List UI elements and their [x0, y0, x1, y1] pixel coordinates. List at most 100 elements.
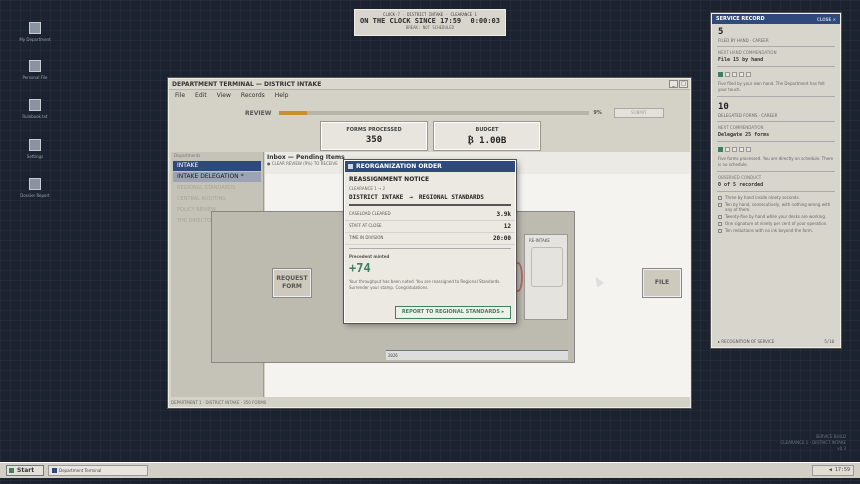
desktop-icon-rulebook[interactable]: Rulebook.txt — [14, 99, 56, 119]
clock-elapsed: 0:00:03 — [470, 17, 500, 25]
desktop-icon-dossier-report[interactable]: Dossier Report — [14, 178, 56, 198]
recognition-value: 5/10 — [824, 339, 834, 344]
stat-budget: BUDGET ₿ 1.00B — [434, 122, 540, 150]
progress-box — [739, 72, 744, 77]
route-from: DISTRICT INTAKE — [349, 194, 404, 201]
desktop-icon-my-department[interactable]: My Department — [14, 22, 56, 42]
dialog-title: REORGANIZATION ORDER — [356, 163, 442, 170]
sidebar-item-regional-standards: REGIONAL STANDARDS — [177, 185, 236, 191]
next-hand-label: NEXT HAND COMMENDATION — [718, 50, 777, 55]
window-title: DEPARTMENT TERMINAL — DISTRICT INTAKE — [172, 80, 322, 88]
service-record-panel: SERVICE RECORD CLOSE × 5 FILED BY HAND ·… — [711, 13, 841, 348]
hand-commendation-text: Five filed by your own hand. The Departm… — [718, 81, 825, 92]
checkbox-icon — [718, 222, 722, 226]
report-to-regional-standards-button[interactable]: REPORT TO REGIONAL STANDARDS ▸ — [395, 306, 511, 319]
watermark-line: v0.3 — [837, 446, 846, 451]
request-form-button[interactable]: REQUEST FORM — [273, 269, 311, 297]
route-arrow-icon: → — [409, 194, 413, 201]
divider — [717, 191, 835, 192]
computer-icon — [29, 22, 41, 34]
maximize-button[interactable]: □ — [679, 80, 688, 88]
desktop-icon-settings[interactable]: Settings — [14, 139, 56, 159]
service-record-close-button[interactable]: CLOSE × — [817, 17, 836, 22]
progress-box — [739, 147, 744, 152]
reassignment-notice: REASSIGNMENT NOTICE — [349, 176, 430, 183]
taskbar-item-department-terminal[interactable]: Department Terminal — [48, 465, 148, 476]
tray-time: 17:59 — [834, 467, 850, 473]
recognition-label: ▸ RECOGNITION OF SERVICE — [718, 339, 775, 344]
menu-help[interactable]: Help — [275, 92, 289, 99]
checkbox-icon — [718, 215, 722, 219]
delegation-progress-boxes — [712, 144, 840, 155]
review-progress-fill — [279, 111, 308, 115]
review-submit-button[interactable]: SUBMIT — [613, 108, 664, 118]
route-divider — [349, 204, 511, 206]
menu-view[interactable]: View — [217, 92, 231, 99]
document-bar: 2026 — [386, 350, 568, 360]
system-tray-clock: ◀ 17:59 — [812, 465, 854, 476]
precedent-label: Precedent minted — [349, 254, 390, 259]
folder-icon — [29, 60, 41, 72]
filed-label: FILED BY HAND · CAREER — [718, 38, 769, 43]
window-titlebar[interactable]: DEPARTMENT TERMINAL — DISTRICT INTAKE _ … — [169, 79, 690, 90]
next-commendation-label: NEXT COMMENDATION — [718, 125, 764, 130]
document-icon — [29, 99, 41, 111]
delegated-label: DELEGATED FORMS · CAREER — [718, 113, 778, 118]
recognition-footer[interactable]: ▸ RECOGNITION OF SERVICE 5/10 — [718, 339, 834, 344]
progress-box — [746, 72, 751, 77]
review-progress-bar — [279, 111, 590, 115]
divider — [717, 46, 835, 47]
shift-clock: CLOCK-7 · DISTRICT INTAKE · CLEARANCE 1 … — [354, 9, 506, 36]
route-line: DISTRICT INTAKE → REGIONAL STANDARDS — [345, 191, 515, 201]
progress-box — [718, 72, 723, 77]
progress-box — [746, 147, 751, 152]
file-button[interactable]: FILE — [643, 269, 681, 297]
clearance-change: CLEARANCE 1 → 2 — [349, 186, 386, 191]
sidebar-item-central-auditing: CENTRAL AUDITING — [177, 196, 227, 202]
progress-box — [725, 72, 730, 77]
window-controls: _ □ — [669, 80, 690, 88]
hand-progress-boxes — [712, 69, 840, 80]
document-tag: RE-INTAKE — [529, 238, 550, 243]
dialog-message: Your throughput has been noted. You are … — [349, 279, 501, 290]
filed-count: 5 — [718, 27, 724, 37]
conduct-item: Ten redactions with no ink beyond the fo… — [712, 227, 840, 234]
gear-icon — [29, 139, 41, 151]
review-percent: 9% — [593, 110, 602, 116]
conduct-label: OBSERVED CONDUCT — [718, 175, 762, 180]
delegated-count: 10 — [718, 102, 729, 112]
sidebar-item-intake[interactable]: INTAKE — [173, 161, 261, 171]
progress-box — [732, 147, 737, 152]
taskbar: Start Department Terminal ◀ 17:59 — [0, 462, 860, 478]
row-staff: STAFF AT CLOSE 12 — [345, 221, 515, 233]
precedent-value: +74 — [349, 261, 371, 275]
delegation-commendation-text: Five forms processed. You are directly o… — [718, 156, 834, 167]
menu-records[interactable]: Records — [241, 92, 265, 99]
document-seal-area — [531, 247, 563, 287]
minimize-button[interactable]: _ — [669, 80, 678, 88]
next-commendation-value: Delegate 25 forms — [718, 132, 770, 138]
start-button[interactable]: Start — [6, 465, 44, 476]
terminal-icon — [52, 468, 57, 473]
pending-document[interactable]: RE-INTAKE — [524, 234, 568, 320]
menu-edit[interactable]: Edit — [195, 92, 207, 99]
conduct-item: One signature at ninety per cent of your… — [712, 220, 840, 227]
desktop-icon-personal-file[interactable]: Personal File — [14, 60, 56, 80]
conduct-item: Three by hand inside ninety seconds. — [712, 194, 840, 201]
conduct-item: Twenty-five by hand while your desks are… — [712, 213, 840, 220]
service-record-title: SERVICE RECORD — [716, 16, 765, 22]
start-label: Start — [17, 467, 35, 474]
dialog-icon — [348, 164, 353, 169]
sidebar-item-intake-delegation[interactable]: INTAKE DELEGATION * — [173, 172, 261, 182]
conduct-value: 0 of 5 recorded — [718, 182, 764, 188]
divider — [717, 66, 835, 67]
clock-since: ON THE CLOCK SINCE 17:59 — [360, 17, 462, 25]
clock-line-3: BREAK: NOT SCHEDULED — [405, 25, 455, 30]
sidebar-heading: Departments — [174, 153, 201, 158]
checkbox-icon — [718, 196, 722, 200]
menu-file[interactable]: File — [175, 92, 185, 99]
conduct-item: Ten by hand, consecutively, with nothing… — [712, 201, 840, 213]
row-caseload: CASELOAD CLEARED 3.9k — [345, 209, 515, 221]
taskbar-item-label: Department Terminal — [59, 468, 102, 473]
checkbox-icon — [718, 203, 722, 207]
